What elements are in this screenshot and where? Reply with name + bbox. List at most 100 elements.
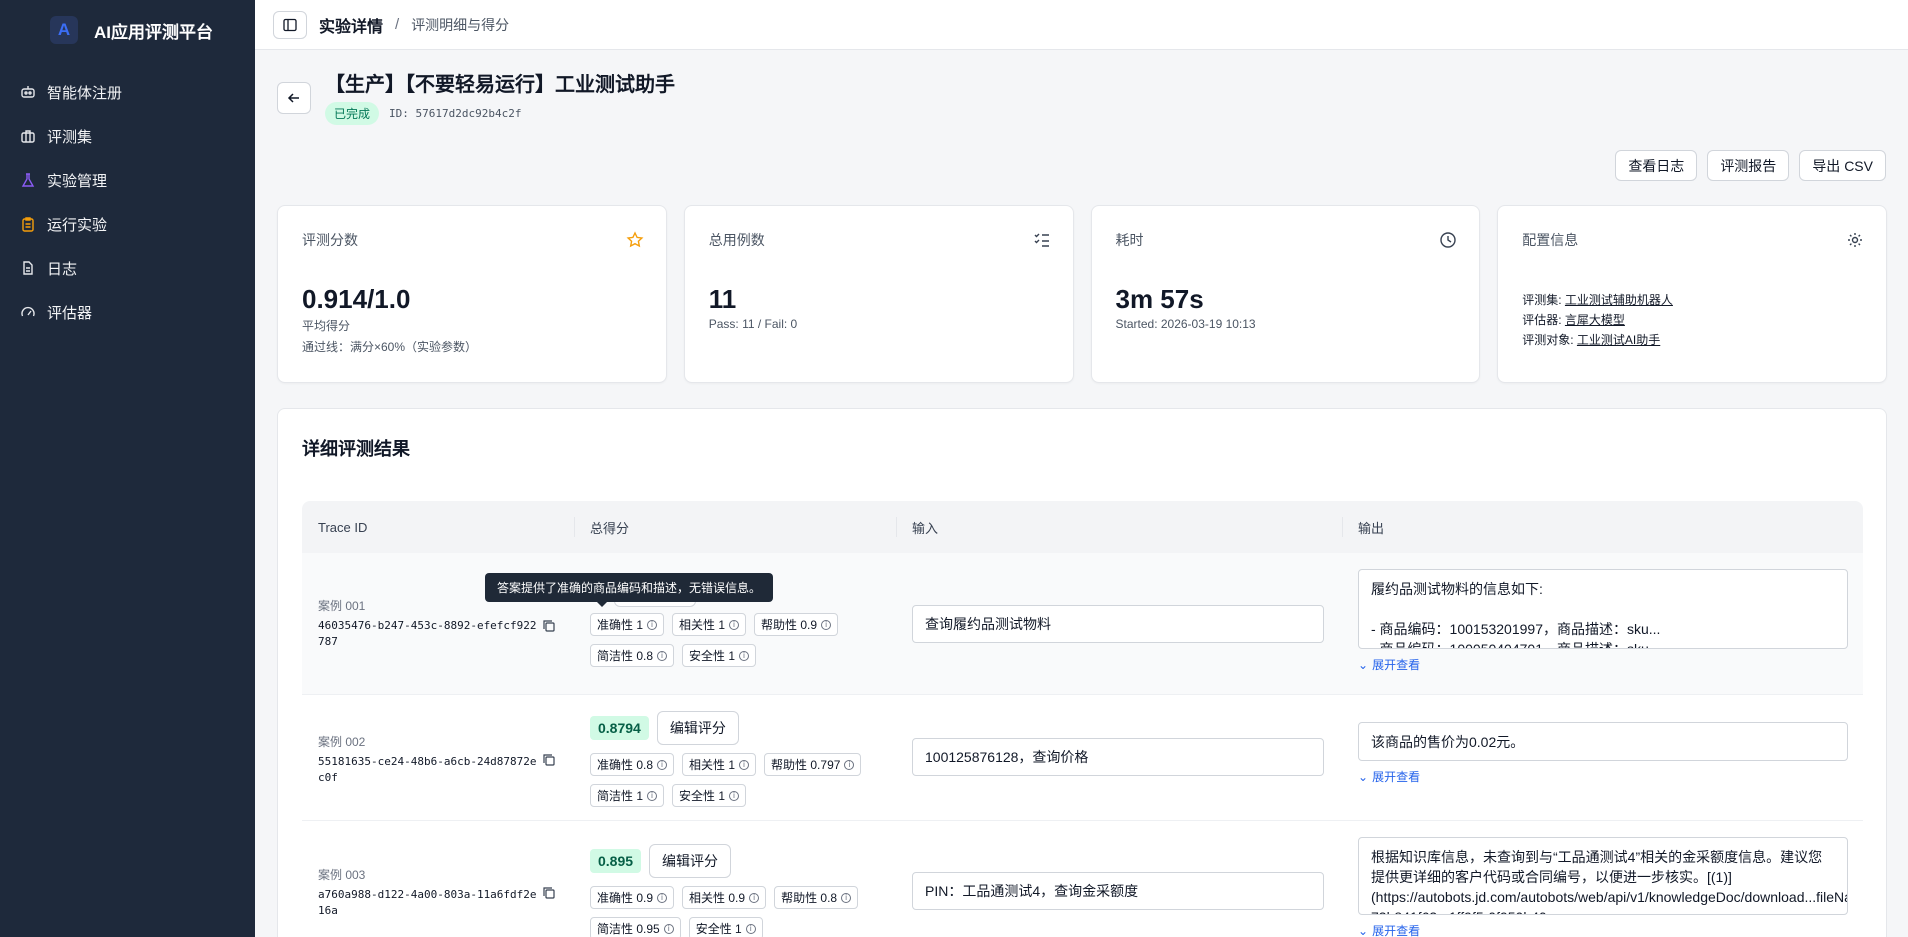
experiment-id: ID: 57617d2dc92b4c2f [389, 107, 522, 120]
brand-name: AI应用评测平台 [94, 22, 213, 42]
card-label: 配置信息 [1522, 232, 1579, 248]
info-icon[interactable]: i [739, 759, 750, 770]
case-label: 案例 002 [318, 735, 366, 749]
metric-tag[interactable]: 准确性 1i [590, 613, 665, 636]
config-key: 评测集: [1522, 293, 1565, 307]
topbar: 实验详情 / 评测明细与得分 [255, 0, 1908, 50]
score-badge: 0.895 [590, 849, 642, 873]
info-icon[interactable]: i [821, 619, 832, 630]
info-icon[interactable]: i [657, 759, 668, 770]
score-badge: 0.8794 [590, 716, 649, 740]
breadcrumb-title[interactable]: 实验详情 [319, 13, 383, 37]
metric-tag[interactable]: 相关性 0.9 i [682, 886, 767, 909]
chevron-down-icon: ⌄ [1358, 923, 1369, 937]
sidebar-item-label: 评估器 [47, 304, 93, 322]
score-card: 评测分数 0.914/1.0 平均得分 通过线：满分×60%（实验参数） [277, 205, 667, 383]
eval-report-button[interactable]: 评测报告 [1707, 150, 1790, 181]
output-text[interactable]: 履约品测试物料的信息如下: - 商品编码：100153201997，商品描述：s… [1358, 569, 1848, 649]
table-row[interactable]: 案例 002 55181635-ce24-48b6-a6cb-24d87872e… [302, 695, 1863, 821]
export-csv-button[interactable]: 导出 CSV [1799, 150, 1886, 181]
checklist-icon [1034, 233, 1049, 247]
sidebar-item-agent-register[interactable]: 智能体注册 [0, 70, 255, 114]
metric-tag[interactable]: 帮助性 0.8 i [774, 886, 859, 909]
metric-tag[interactable]: 安全性 1i [688, 917, 763, 937]
expand-link[interactable]: ⌄ 展开查看 [1358, 768, 1863, 785]
metric-tag[interactable]: 准确性 0.9 i [590, 886, 675, 909]
score-sub: 平均得分 [302, 319, 351, 333]
metric-tag[interactable]: 安全性 1i [682, 644, 757, 667]
config-key: 评测对象: [1522, 333, 1577, 347]
metric-tag[interactable]: 简洁性 0.95 i [590, 917, 681, 937]
metric-list: 准确性 1i 相关性 1i 帮助性 0.9 i 简洁性 0.8 i 安全性 1i [590, 613, 890, 667]
config-dataset-link[interactable]: 工业测试辅助机器人 [1565, 293, 1673, 307]
breadcrumb-separator: / [395, 16, 400, 33]
metric-list: 准确性 0.9 i 相关性 0.9 i 帮助性 0.8 i 简洁性 0.95 i 安全性… [590, 886, 890, 937]
expand-link[interactable]: ⌄ 展开查看 [1358, 656, 1863, 673]
info-icon[interactable]: i [657, 892, 668, 903]
star-icon [626, 231, 644, 248]
input-text[interactable]: PIN：工品通测试4，查询金采额度 [912, 872, 1324, 910]
metric-tag[interactable]: 相关性 1i [682, 753, 757, 776]
info-icon[interactable]: i [657, 650, 668, 661]
info-icon[interactable]: i [729, 790, 740, 801]
copy-icon[interactable] [542, 753, 556, 767]
metric-tag[interactable]: 相关性 1i [672, 613, 747, 636]
sidebar-item-logs[interactable]: 日志 [0, 246, 255, 290]
expand-link[interactable]: ⌄ 展开查看 [1358, 922, 1863, 937]
metric-tag[interactable]: 准确性 0.8 i [590, 753, 675, 776]
copy-icon[interactable] [542, 886, 556, 900]
metric-tag[interactable]: 帮助性 0.9 i [754, 613, 839, 636]
info-icon[interactable]: i [745, 923, 756, 934]
column-header: 总得分 [574, 501, 896, 553]
sidebar-item-experiments[interactable]: 实验管理 [0, 158, 255, 202]
metric-text: 简洁性 0.8 [597, 649, 654, 663]
metric-tag[interactable]: 简洁性 1i [590, 784, 665, 807]
output-text[interactable]: 根据知识库信息，未查询到与“工品通测试4”相关的金采额度信息。建议您提供更详细的… [1358, 837, 1848, 915]
info-icon[interactable]: i [729, 619, 740, 630]
info-icon[interactable]: i [844, 759, 855, 770]
info-icon[interactable]: i [647, 619, 658, 630]
sidebar-item-dataset[interactable]: 评测集 [0, 114, 255, 158]
metric-text: 相关性 1 [679, 618, 726, 632]
expand-label: 展开查看 [1372, 658, 1421, 672]
edit-score-button[interactable]: 编辑评分 [656, 711, 739, 745]
sidebar-nav: 智能体注册 评测集 实验管理 运行实验 日志 评估器 [0, 70, 255, 334]
sidebar-toggle-button[interactable] [273, 10, 307, 39]
metric-tag[interactable]: 安全性 1i [672, 784, 747, 807]
metric-tag[interactable]: 简洁性 0.8 i [590, 644, 675, 667]
metric-text: 简洁性 1 [597, 789, 644, 803]
trace-id: 55181635-ce24-48b6-a6cb-24d87872ec0f [318, 755, 537, 784]
trace-id: 46035476-b247-453c-8892-efefcf922787 [318, 619, 537, 648]
card-label: 耗时 [1115, 232, 1144, 248]
output-text[interactable]: 该商品的售价为0.02元。 [1358, 722, 1848, 761]
config-evaluator-link[interactable]: 言犀大模型 [1565, 313, 1625, 327]
info-icon[interactable]: i [749, 892, 760, 903]
input-text[interactable]: 查询履约品测试物料 [912, 605, 1324, 643]
input-text[interactable]: 100125876128，查询价格 [912, 738, 1324, 776]
case-label: 案例 003 [318, 868, 366, 882]
brand[interactable]: A AI应用评测平台 [0, 0, 255, 60]
panel-left-icon [283, 18, 297, 31]
copy-icon[interactable] [542, 619, 556, 633]
table-header: Trace ID 总得分 输入 输出 [302, 501, 1863, 553]
back-button[interactable] [277, 82, 311, 114]
breadcrumb-subtitle: 评测明细与得分 [411, 16, 510, 33]
info-icon[interactable]: i [647, 790, 658, 801]
expand-label: 展开查看 [1372, 770, 1421, 784]
sidebar-item-evaluators[interactable]: 评估器 [0, 290, 255, 334]
results-table: Trace ID 总得分 输入 输出 案例 001 46035476-b247-… [302, 501, 1863, 937]
clipboard-icon [22, 217, 34, 232]
view-logs-button[interactable]: 查看日志 [1615, 150, 1698, 181]
config-target-link[interactable]: 工业测试AI助手 [1577, 333, 1660, 347]
card-label: 总用例数 [708, 232, 765, 248]
info-icon[interactable]: i [841, 892, 852, 903]
info-icon[interactable]: i [663, 923, 674, 934]
metric-text: 帮助性 0.9 [761, 618, 818, 632]
metric-text: 帮助性 0.797 [771, 758, 841, 772]
edit-score-button[interactable]: 编辑评分 [649, 844, 732, 878]
gauge-icon [21, 306, 35, 317]
sidebar-item-run-experiment[interactable]: 运行实验 [0, 202, 255, 246]
table-row[interactable]: 案例 003 a760a988-d122-4a00-803a-11a6fdf2e… [302, 821, 1863, 937]
info-icon[interactable]: i [739, 650, 750, 661]
metric-tag[interactable]: 帮助性 0.797 i [764, 753, 862, 776]
